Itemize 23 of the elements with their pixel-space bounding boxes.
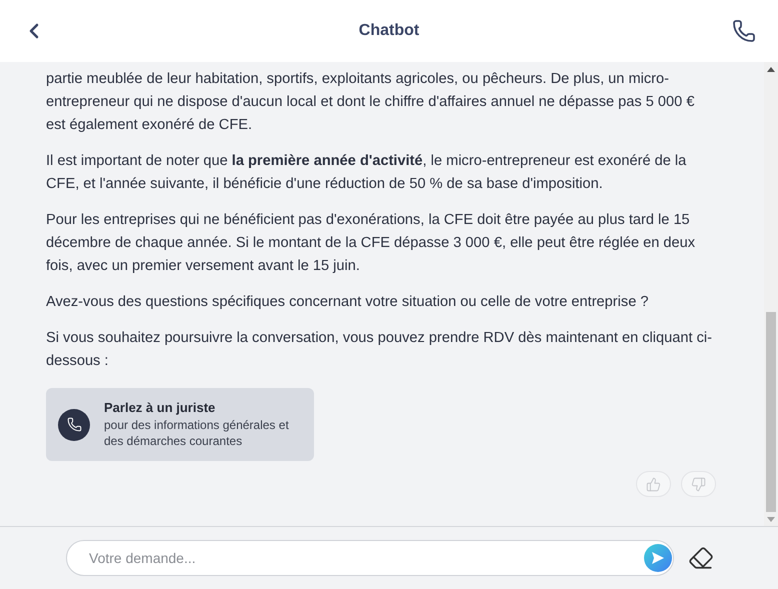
message-composer[interactable]: Votre demande... xyxy=(66,540,674,576)
phone-icon xyxy=(58,408,90,440)
scroll-up-arrow-icon[interactable] xyxy=(767,66,775,72)
thumbs-down-icon xyxy=(691,476,706,492)
phone-button[interactable] xyxy=(730,17,758,45)
message-input-field[interactable]: Votre demande... xyxy=(87,549,644,567)
thumbs-down-button[interactable] xyxy=(681,471,716,497)
message-text: partie meublée de leur habitation, sportifs, exploitants agricoles, ou pêcheurs. De plus, un micro-entrepreneur qui ne dispose d'aucun local et dont le chiffre d'affaires annuel ne dépasse pas 5 000 € est également exonéré de CFE. xyxy=(46,70,696,135)
send-icon[interactable] xyxy=(644,544,672,572)
window-title: Chatbot xyxy=(358,22,420,40)
phone-icon xyxy=(732,19,756,43)
message-text: Avez-vous des questions spécifiques concernant votre situation ou celle de votre entreprise ? xyxy=(46,293,650,312)
call-lawyer-card[interactable]: Parlez à un juriste pour des informations générales et des démarches courantes xyxy=(46,388,314,461)
message-text: Si vous souhaitez poursuivre la conversation, vous pouvez prendre RDV dès maintenant en cliquant ci-dessous : xyxy=(46,329,714,371)
eraser-icon xyxy=(688,545,714,571)
message-text: Pour les entreprises qui ne bénéficient pas d'exonérations, la CFE doit être payée au plus tard le 15 décembre de chaque année. Si le montant de la CFE dépasse 3 000 €, elle peut être réglée en deux fois, avec un premier versement avant le 15 juin. xyxy=(46,211,696,276)
scrollbar-thumb[interactable] xyxy=(766,312,776,512)
scroll-down-arrow-icon[interactable] xyxy=(767,516,775,522)
card-title: Parlez à un juriste xyxy=(104,400,216,415)
card-subtitle: pour des informations générales et des démarches courantes xyxy=(104,417,290,449)
message-text: Il est important de noter que la première année d'activité, le micro-entrepreneur est exonéré de la CFE, et l'année suivante, il bénéficie d'une réduction de 50 % de sa base d'imposition. xyxy=(46,152,688,194)
thumbs-up-icon xyxy=(646,476,661,492)
thumbs-up-button[interactable] xyxy=(636,471,671,497)
